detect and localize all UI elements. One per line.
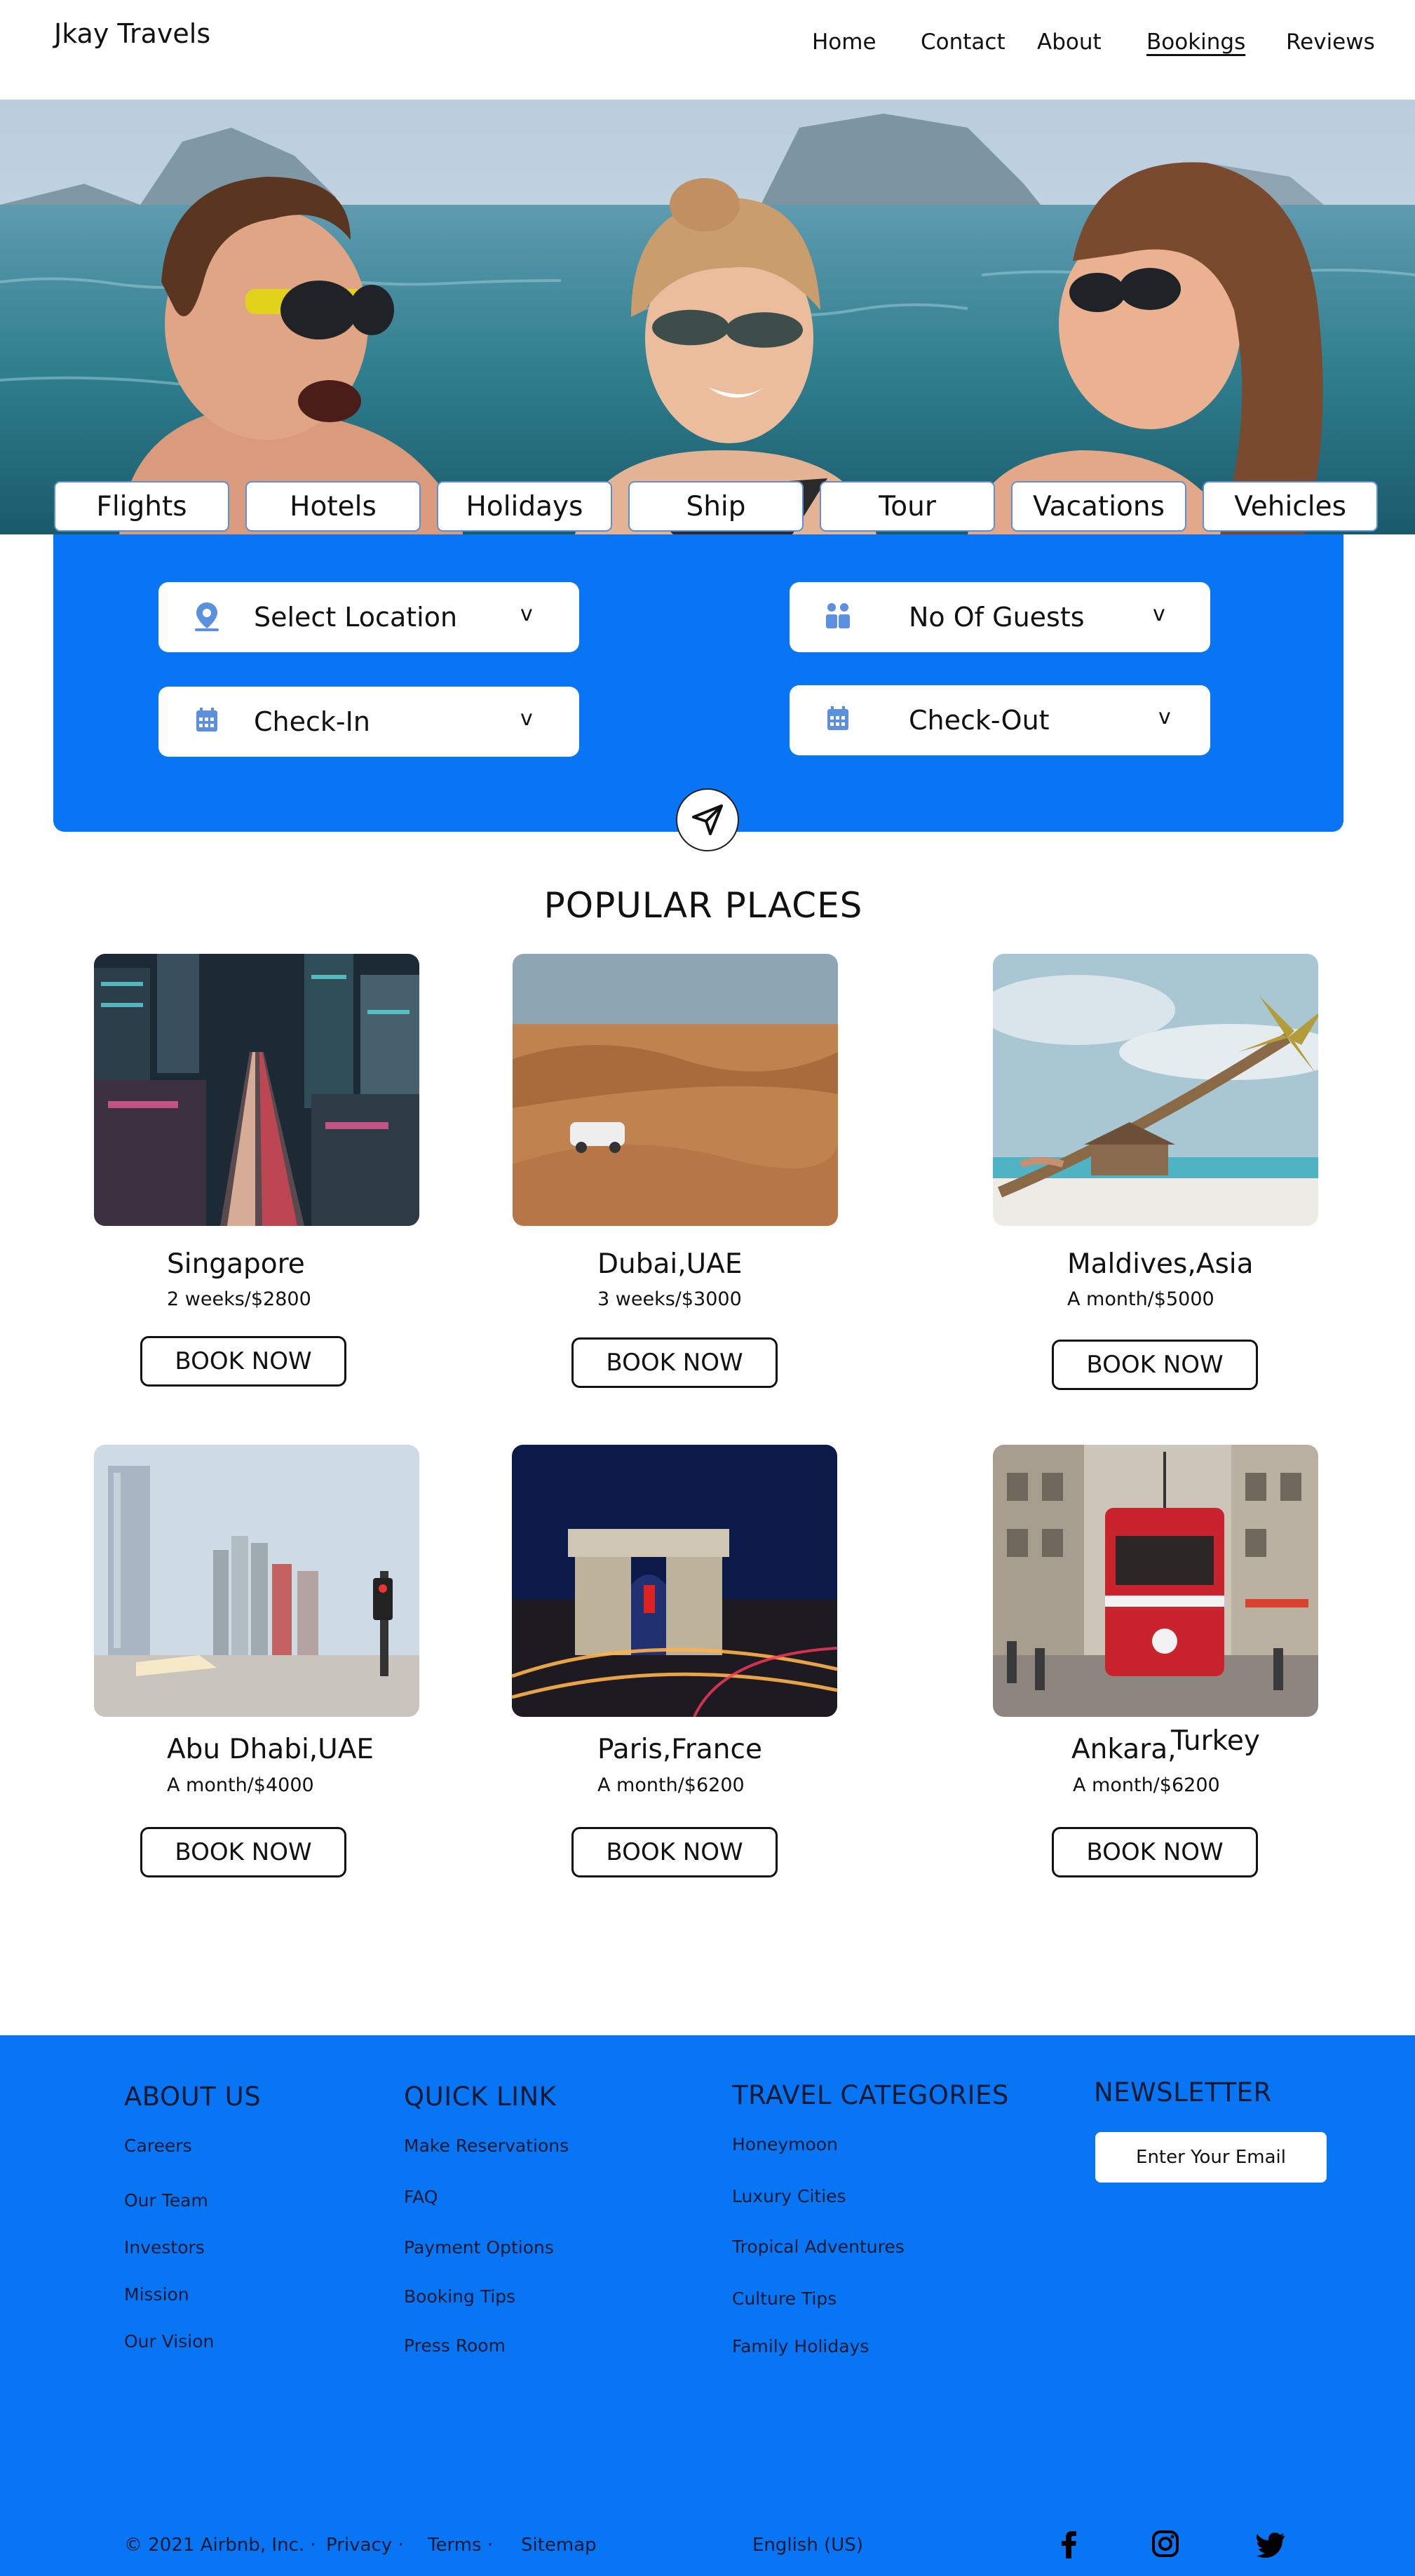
paris-image	[512, 1445, 837, 1717]
nav-contact[interactable]: Contact	[921, 29, 1006, 55]
footer-link[interactable]: Our Team	[124, 2190, 208, 2211]
footer-link[interactable]: Luxury Cities	[732, 2186, 846, 2206]
calendar-icon	[196, 708, 217, 731]
facebook-icon[interactable]	[1055, 2529, 1084, 2558]
hero-image	[0, 100, 1415, 534]
abu-dhabi-image	[94, 1445, 419, 1717]
place-name: Paris,France	[597, 1734, 762, 1765]
tab-hotels[interactable]: Hotels	[245, 481, 421, 532]
footer-link[interactable]: Booking Tips	[404, 2286, 515, 2307]
footer-link[interactable]: Culture Tips	[732, 2288, 837, 2309]
book-now-button[interactable]: BOOK NOW	[1052, 1827, 1258, 1877]
twitter-icon[interactable]	[1257, 2529, 1286, 2558]
book-now-button[interactable]: BOOK NOW	[571, 1337, 778, 1388]
chevron-down-icon: v	[1158, 705, 1171, 729]
footer-link[interactable]: Our Vision	[124, 2331, 214, 2352]
nav-reviews[interactable]: Reviews	[1286, 29, 1375, 55]
footer-newsletter-title: NEWSLETTER	[1094, 2077, 1272, 2108]
popular-places-title: POPULAR PLACES	[543, 885, 863, 926]
chevron-down-icon: v	[520, 706, 533, 731]
location-select[interactable]: Select Location v	[158, 582, 579, 652]
checkout-select[interactable]: Check-Out v	[790, 685, 1210, 755]
footer-link[interactable]: Careers	[124, 2136, 192, 2156]
nav-bookings[interactable]: Bookings	[1146, 29, 1245, 55]
place-price: A month/$4000	[167, 1774, 314, 1796]
terms-link[interactable]: Terms ·	[428, 2535, 493, 2556]
tab-vehicles[interactable]: Vehicles	[1203, 481, 1378, 532]
guests-select[interactable]: No Of Guests v	[790, 582, 1210, 652]
checkout-label: Check-Out	[909, 705, 1050, 736]
privacy-link[interactable]: Privacy ·	[326, 2535, 404, 2556]
chevron-down-icon: v	[1153, 602, 1165, 626]
newsletter-email-input[interactable]	[1095, 2132, 1327, 2183]
place-price: A month/$6200	[1073, 1774, 1220, 1796]
instagram-icon[interactable]	[1151, 2529, 1180, 2558]
footer-link[interactable]: Honeymoon	[732, 2134, 838, 2154]
footer-quicklink-title: QUICK LINK	[404, 2082, 557, 2112]
location-pin-icon	[195, 602, 219, 631]
place-price: A month/$5000	[1067, 1288, 1214, 1310]
nav-home[interactable]: Home	[812, 29, 876, 55]
brand-logo[interactable]: Jkay Travels	[54, 18, 210, 49]
book-now-button[interactable]: BOOK NOW	[1052, 1340, 1258, 1390]
footer-link[interactable]: Make Reservations	[404, 2136, 569, 2156]
place-name: Ankara,	[1071, 1734, 1177, 1765]
tab-holidays[interactable]: Holidays	[437, 481, 612, 532]
search-panel: Select Location v No Of Guests v Check-I…	[53, 534, 1343, 832]
copyright-text: © 2021 Airbnb, Inc. ·	[124, 2535, 316, 2556]
language-selector[interactable]: English (US)	[752, 2535, 863, 2556]
search-submit-button[interactable]	[676, 788, 739, 851]
place-name: Dubai,UAE	[597, 1248, 743, 1280]
footer-link[interactable]: Press Room	[404, 2335, 506, 2356]
dubai-image	[513, 954, 838, 1226]
footer-about-title: ABOUT US	[124, 2082, 262, 2112]
place-price: 2 weeks/$2800	[167, 1288, 311, 1310]
footer-link[interactable]: Tropical Adventures	[732, 2237, 905, 2257]
singapore-image	[94, 954, 419, 1226]
site-header: Jkay Travels Home Contact About Bookings…	[0, 0, 1415, 100]
place-name: Maldives,Asia	[1067, 1248, 1254, 1280]
guests-icon	[826, 603, 850, 628]
footer-link[interactable]: Investors	[124, 2237, 205, 2258]
chevron-down-icon: v	[520, 602, 533, 626]
footer-link[interactable]: Family Holidays	[732, 2336, 869, 2356]
tab-flights[interactable]: Flights	[54, 481, 229, 532]
site-footer	[0, 2035, 1415, 2576]
tab-vacations[interactable]: Vacations	[1011, 481, 1186, 532]
checkin-select[interactable]: Check-In v	[158, 687, 579, 757]
place-price: 3 weeks/$3000	[597, 1288, 742, 1310]
footer-link[interactable]: Payment Options	[404, 2237, 554, 2258]
book-now-button[interactable]: BOOK NOW	[140, 1336, 346, 1387]
send-icon	[692, 804, 723, 835]
book-now-button[interactable]: BOOK NOW	[571, 1827, 778, 1877]
checkin-label: Check-In	[254, 706, 370, 737]
maldives-image	[993, 954, 1318, 1226]
place-price: A month/$6200	[597, 1774, 745, 1796]
calendar-icon	[827, 706, 848, 730]
tab-tour[interactable]: Tour	[820, 481, 995, 532]
footer-link[interactable]: FAQ	[404, 2187, 438, 2207]
tab-ship[interactable]: Ship	[628, 481, 804, 532]
footer-categories-title: TRAVEL CATEGORIES	[732, 2080, 1009, 2110]
place-name: Abu Dhabi,UAE	[167, 1734, 374, 1765]
ankara-image	[993, 1445, 1318, 1717]
location-label: Select Location	[254, 602, 458, 633]
book-now-button[interactable]: BOOK NOW	[140, 1827, 346, 1877]
place-name: Singapore	[167, 1248, 305, 1280]
guests-label: No Of Guests	[909, 602, 1085, 633]
nav-about[interactable]: About	[1037, 29, 1102, 55]
sitemap-link[interactable]: Sitemap	[521, 2535, 597, 2556]
place-name-extra: Turkey	[1171, 1725, 1260, 1757]
footer-link[interactable]: Mission	[124, 2284, 189, 2305]
